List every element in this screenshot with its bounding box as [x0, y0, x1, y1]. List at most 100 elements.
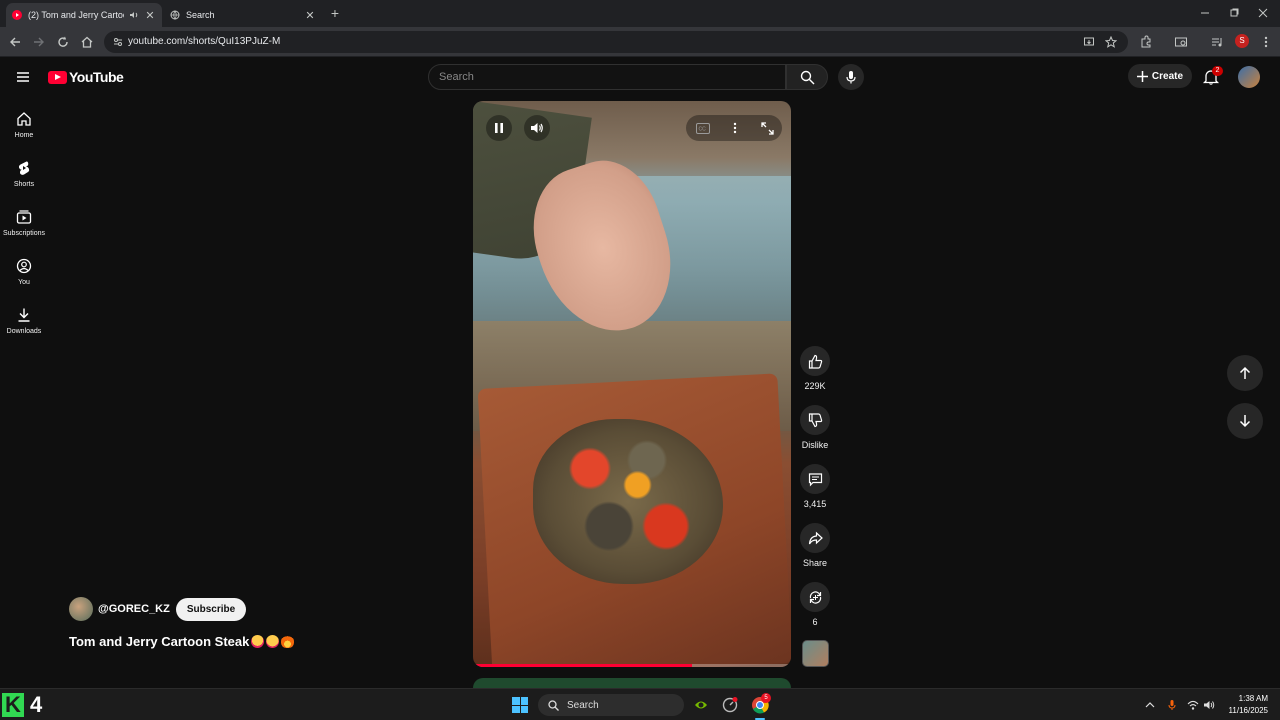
- chrome-badge: 5: [761, 693, 771, 703]
- home-icon: [17, 111, 31, 126]
- remix-count: 6: [812, 617, 818, 627]
- notification-badge: 2: [1212, 66, 1223, 76]
- previous-short-button[interactable]: [1227, 355, 1263, 391]
- clock-time: 1:38 AM: [1238, 694, 1268, 703]
- pause-button[interactable]: [486, 115, 512, 141]
- bookmark-star-icon[interactable]: [1105, 36, 1117, 48]
- sidebar-item-label: Downloads: [6, 327, 42, 335]
- tab-youtube-short[interactable]: (2) Tom and Jerry Cartoon S ✕: [6, 3, 162, 27]
- tray-overflow-icon[interactable]: [1144, 699, 1156, 711]
- next-short-preview[interactable]: [473, 678, 791, 688]
- drooling-emoji-icon: [266, 635, 280, 648]
- remix-icon: [809, 590, 821, 604]
- home-browser-icon[interactable]: [80, 35, 94, 49]
- captions-icon: CC: [696, 122, 710, 134]
- nvidia-app-icon[interactable]: [692, 696, 710, 714]
- arrow-down-icon: [1239, 415, 1251, 428]
- arrow-up-icon: [1239, 366, 1251, 379]
- install-app-icon[interactable]: [1083, 36, 1095, 48]
- short-title-text: Tom and Jerry Cartoon Steak: [69, 634, 250, 649]
- sidebar-item-subscriptions[interactable]: Subscriptions: [0, 198, 48, 247]
- youtube-favicon-icon: [12, 10, 22, 20]
- like-button[interactable]: [800, 346, 830, 376]
- fullscreen-button[interactable]: [754, 115, 780, 141]
- forward-icon[interactable]: [32, 35, 46, 49]
- browser-menu-icon[interactable]: [1259, 35, 1273, 49]
- share-button[interactable]: [800, 523, 830, 553]
- search-icon: [548, 699, 559, 711]
- address-bar[interactable]: youtube.com/shorts/QuI13PJuZ-M: [104, 31, 1128, 53]
- video-progress-fill: [473, 664, 693, 667]
- minimize-icon[interactable]: [1198, 6, 1212, 20]
- share-action: Share: [800, 523, 830, 568]
- create-button[interactable]: Create: [1128, 64, 1192, 88]
- fire-emoji-icon: [281, 635, 295, 648]
- tab-close-icon[interactable]: ✕: [144, 9, 156, 22]
- more-options-button[interactable]: [722, 115, 748, 141]
- browser-profile-avatar[interactable]: S: [1235, 34, 1249, 48]
- search-input[interactable]: [439, 71, 769, 83]
- taskbar-search-label: Search: [567, 699, 599, 711]
- browser-tab-strip: (2) Tom and Jerry Cartoon S ✕ Search ✕ +: [0, 0, 1280, 27]
- remix-action: 6: [800, 582, 830, 627]
- comments-button[interactable]: [800, 464, 830, 494]
- next-short-button[interactable]: [1227, 403, 1263, 439]
- sidebar-item-label: Subscriptions: [2, 229, 46, 237]
- remix-button[interactable]: [800, 582, 830, 612]
- sound-thumbnail[interactable]: [802, 640, 829, 667]
- share-label: Share: [802, 558, 828, 568]
- youtube-logo[interactable]: YouTube: [48, 69, 124, 85]
- new-tab-icon[interactable]: +: [328, 6, 342, 20]
- back-icon[interactable]: [8, 35, 22, 49]
- tab-close-icon[interactable]: ✕: [304, 9, 316, 22]
- shorts-icon: [18, 160, 30, 175]
- plus-icon: [1136, 70, 1148, 82]
- sidebar-item-downloads[interactable]: Downloads: [0, 296, 48, 345]
- sidebar-item-shorts[interactable]: Shorts: [0, 149, 48, 198]
- mini-guide-sidebar: Home Shorts Subscriptions You Downloads: [0, 100, 48, 345]
- taskbar-search[interactable]: Search: [538, 694, 684, 716]
- tab-search[interactable]: Search ✕: [164, 3, 322, 27]
- speaker-icon[interactable]: [1203, 699, 1215, 711]
- tab-audio-icon[interactable]: [128, 9, 140, 21]
- volume-button[interactable]: [524, 115, 550, 141]
- search-box: [428, 64, 786, 90]
- subscribe-button[interactable]: Subscribe: [175, 597, 247, 621]
- windows-start-icon[interactable]: [512, 697, 528, 713]
- short-title[interactable]: Tom and Jerry Cartoon Steak: [69, 634, 295, 649]
- dislike-button[interactable]: [800, 405, 830, 435]
- captions-button[interactable]: CC: [690, 115, 716, 141]
- sidebar-item-home[interactable]: Home: [0, 100, 48, 149]
- pause-icon: [495, 123, 503, 133]
- subscriptions-icon: [16, 209, 32, 224]
- heart-eyes-emoji-icon: [251, 635, 265, 648]
- close-window-icon[interactable]: [1256, 6, 1270, 20]
- channel-avatar[interactable]: [69, 597, 93, 621]
- extensions-icon[interactable]: [1139, 35, 1153, 49]
- channel-name[interactable]: @GOREC_KZ: [98, 603, 170, 615]
- more-vertical-icon: [733, 122, 737, 134]
- reload-icon[interactable]: [56, 35, 70, 49]
- windows-taskbar: 4 Search 5 1:38 AM 11/16/2025: [0, 688, 1280, 720]
- you-icon: [16, 258, 32, 273]
- menu-icon[interactable]: [16, 70, 30, 84]
- thumbs-up-icon: [808, 354, 822, 369]
- system-monitor-app-icon[interactable]: [721, 696, 739, 714]
- wifi-icon[interactable]: [1187, 699, 1199, 711]
- restore-icon[interactable]: [1227, 6, 1241, 20]
- short-video-player[interactable]: CC: [473, 101, 791, 667]
- create-label: Create: [1151, 70, 1184, 82]
- system-clock[interactable]: 1:38 AM 11/16/2025: [1218, 693, 1268, 717]
- cast-icon[interactable]: [1174, 35, 1188, 49]
- dislike-action: Dislike: [800, 405, 830, 450]
- sidebar-item-you[interactable]: You: [0, 247, 48, 296]
- search-button[interactable]: [786, 64, 828, 90]
- microphone-tray-icon[interactable]: [1166, 699, 1178, 711]
- user-avatar[interactable]: [1238, 66, 1260, 88]
- voice-search-button[interactable]: [838, 64, 864, 90]
- media-control-icon[interactable]: [1210, 35, 1224, 49]
- sidebar-item-label: You: [18, 278, 30, 286]
- video-progress-bar[interactable]: [473, 664, 791, 667]
- site-info-icon[interactable]: [112, 36, 124, 48]
- tab-title: Search: [186, 10, 215, 20]
